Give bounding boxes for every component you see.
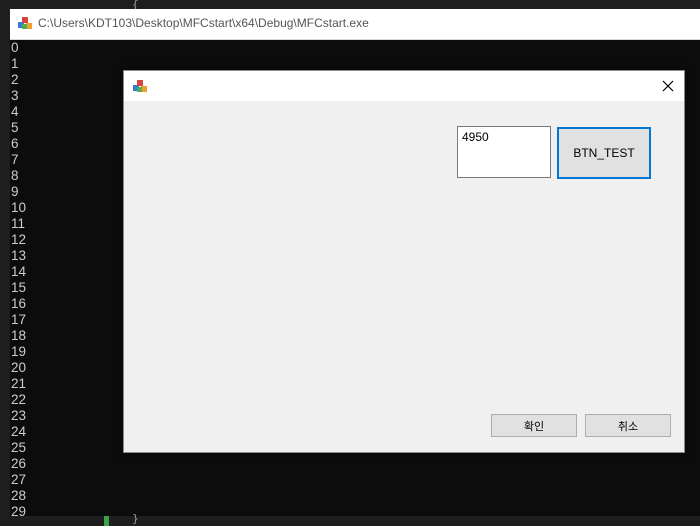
console-line: 11 — [11, 216, 26, 231]
console-line: 26 — [11, 456, 27, 471]
console-line: 15 — [11, 280, 27, 295]
console-line: 3 — [11, 88, 19, 103]
dialog-titlebar[interactable] — [124, 71, 684, 101]
console-line: 14 — [11, 264, 27, 279]
console-line: 23 — [11, 408, 27, 423]
console-line: 22 — [11, 392, 27, 407]
console-window-title: C:\Users\KDT103\Desktop\MFCstart\x64\Deb… — [38, 16, 369, 30]
console-line: 9 — [11, 184, 19, 199]
editor-left-gutter — [0, 0, 10, 526]
editor-code-glyph-bottom: } — [132, 512, 139, 525]
console-line: 5 — [11, 120, 19, 135]
console-line: 19 — [11, 344, 27, 359]
console-line: 28 — [11, 488, 27, 503]
close-icon — [662, 80, 674, 92]
console-line: 17 — [11, 312, 27, 327]
mfc-dialog: 4950 BTN_TEST 확인 취소 — [123, 70, 685, 453]
console-line: 12 — [11, 232, 27, 247]
cancel-button[interactable]: 취소 — [585, 414, 671, 437]
console-line: 18 — [11, 328, 27, 343]
console-line: 0 — [11, 40, 19, 55]
console-line: 25 — [11, 440, 27, 455]
console-line: 2 — [11, 72, 19, 87]
console-line: 6 — [11, 136, 19, 151]
console-line: 1 — [11, 56, 19, 71]
console-line: 27 — [11, 472, 27, 487]
dialog-app-icon — [133, 80, 147, 92]
console-titlebar[interactable]: C:\Users\KDT103\Desktop\MFCstart\x64\Deb… — [10, 9, 700, 40]
console-line: 4 — [11, 104, 19, 119]
editor-change-marker — [104, 516, 109, 526]
mfc-app-icon — [18, 17, 32, 29]
console-line: 10 — [11, 200, 27, 215]
result-edit-field[interactable]: 4950 — [457, 126, 551, 178]
console-line: 13 — [11, 248, 27, 263]
console-line: 24 — [11, 424, 27, 439]
ok-button[interactable]: 확인 — [491, 414, 577, 437]
dialog-close-button[interactable] — [652, 71, 684, 101]
btn-test-button[interactable]: BTN_TEST — [557, 127, 651, 179]
console-line: 21 — [11, 376, 27, 391]
console-line: 20 — [11, 360, 27, 375]
console-line: 16 — [11, 296, 27, 311]
console-line: 8 — [11, 168, 19, 183]
console-line: 7 — [11, 152, 19, 167]
console-line-list: 0 1 2 3 4 5 6 7 8 9 10 11 12 13 14 15 16 17 18 19 20 21 22 23 24… — [11, 40, 26, 520]
